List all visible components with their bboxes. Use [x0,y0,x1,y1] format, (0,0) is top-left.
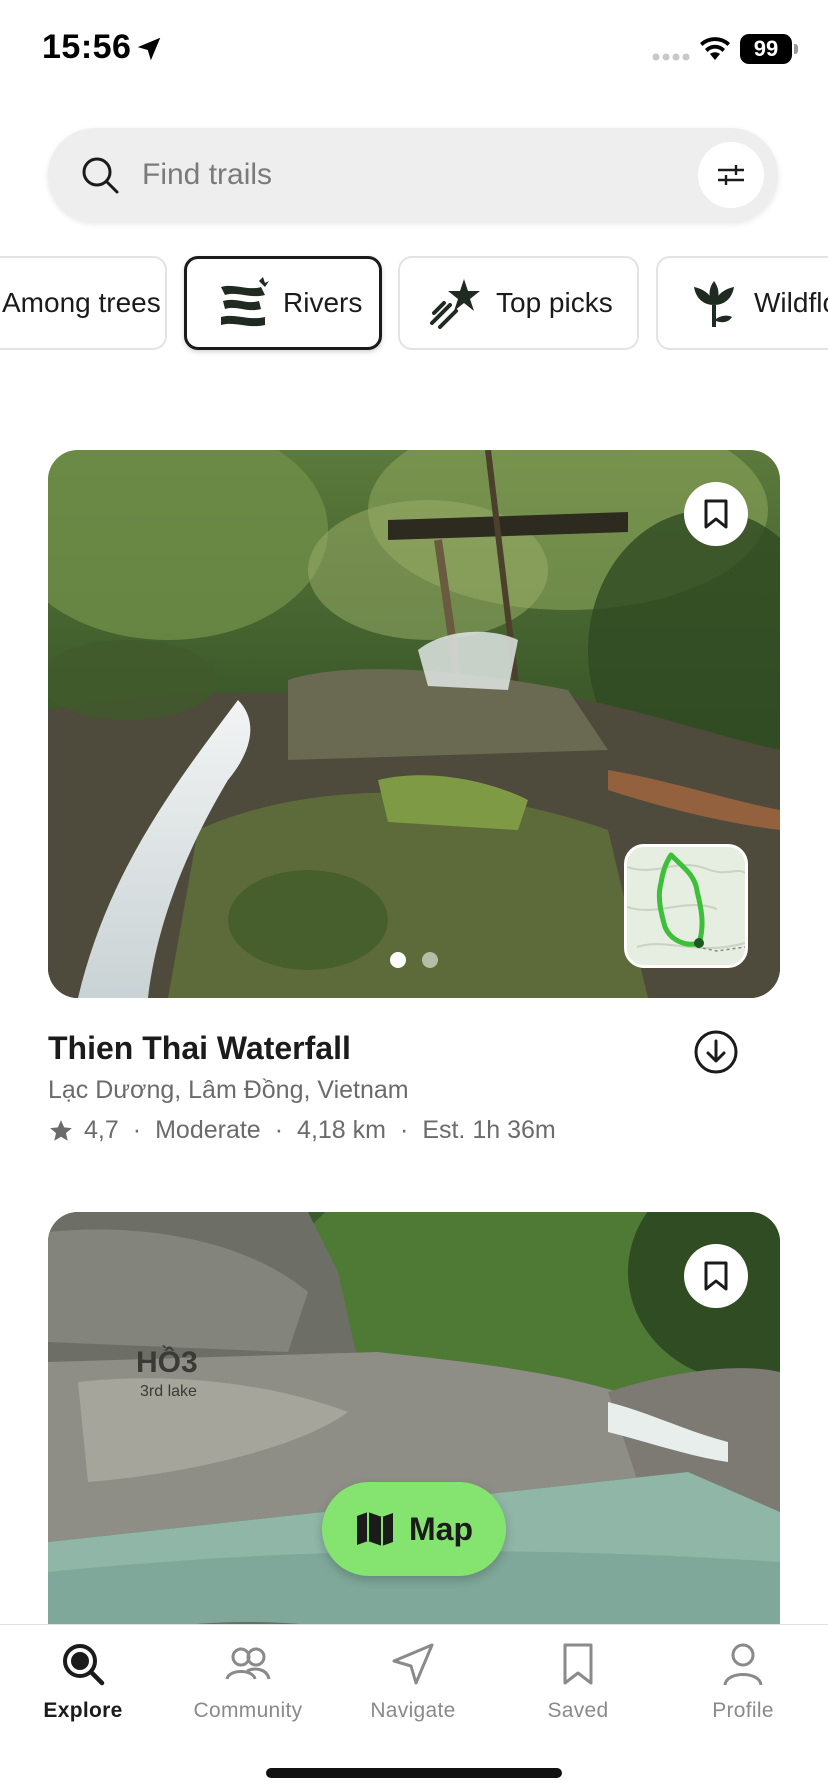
bookmark-button[interactable] [684,1244,748,1308]
search-bar[interactable] [48,128,778,222]
bookmark-icon [563,1643,593,1685]
river-icon [221,277,269,327]
flower-icon [694,281,734,327]
tab-profile[interactable]: Profile [668,1641,818,1741]
profile-icon [723,1643,763,1686]
trail-distance: 4,18 km [297,1116,386,1144]
trail-photo[interactable] [48,450,780,998]
filter-button[interactable] [698,142,764,208]
home-indicator[interactable] [266,1768,562,1778]
chip-top-picks[interactable]: Top picks [398,256,639,350]
battery-indicator: 99 [740,34,792,64]
map-icon [357,1512,393,1546]
trail-name[interactable]: Thien Thai Waterfall [48,1030,351,1067]
chip-label: Top picks [496,287,613,318]
tab-bar: Explore Community Navigate Saved Profile [0,1624,828,1792]
wifi-icon [700,37,730,60]
trail-location: Lạc Dương, Lâm Đồng, Vietnam [48,1076,409,1104]
photo-sign-subtext: 3rd lake [140,1383,197,1400]
route-map-thumbnail[interactable] [624,844,748,968]
trail-meta: 4,7 · Moderate · 4,18 km · Est. 1h 36m [48,1116,556,1145]
bookmark-button[interactable] [684,482,748,546]
trail-rating: 4,7 [84,1116,119,1144]
chip-label: Rivers [283,287,363,318]
map-button[interactable]: Map [322,1482,506,1576]
search-icon [82,157,119,194]
photo-sign-text: HỒ3 [136,1345,198,1379]
sliders-icon [718,165,744,185]
chip-label: Among trees [2,287,161,318]
route-map-graphic [627,847,745,965]
trail-duration: Est. 1h 36m [422,1116,556,1144]
cellular-signal-icon [652,53,690,61]
battery-tip [794,44,798,54]
chip-wildflowers[interactable]: Wildflowers [656,256,828,350]
chip-among-trees[interactable]: Among trees [0,256,167,350]
status-time: 15:56 [42,28,132,66]
navigate-icon [392,1643,434,1685]
bookmark-icon [704,499,728,529]
meta-separator: · [274,1116,284,1144]
tab-navigate[interactable]: Navigate [338,1641,488,1741]
tab-label: Profile [712,1699,774,1722]
app-screen: 15:56 99 Find trails Among trees Rivers … [0,0,828,1792]
photo-pagination-dots [48,952,780,968]
category-chips: Among trees Rivers Top picks Wildfl [0,256,828,352]
meta-separator: · [132,1116,142,1144]
pagination-dot[interactable] [422,952,438,968]
chip-rivers[interactable]: Rivers [184,256,382,350]
trail-difficulty: Moderate [155,1116,261,1144]
search-input[interactable] [142,128,642,222]
trail-photo[interactable]: HỒ3 3rd lake [48,1212,780,1652]
map-button-label: Map [409,1510,473,1547]
status-bar: 15:56 99 [0,0,828,100]
tab-label: Community [193,1699,303,1722]
tab-label: Explore [43,1699,123,1722]
community-icon [225,1647,271,1680]
meta-separator: · [399,1116,409,1144]
pagination-dot[interactable] [390,952,406,968]
bookmark-icon [704,1261,728,1291]
lake-photo: HỒ3 3rd lake [48,1212,780,1652]
tab-community[interactable]: Community [173,1641,323,1741]
download-icon[interactable] [692,1028,740,1076]
star-icon [50,1119,72,1141]
tab-label: Saved [547,1699,609,1722]
location-arrow-icon [137,37,161,61]
explore-icon [63,1644,105,1686]
tab-label: Navigate [370,1699,456,1722]
tab-explore[interactable]: Explore [8,1641,158,1741]
tab-saved[interactable]: Saved [503,1641,653,1741]
stars-icon [430,279,480,329]
chip-label: Wildflowers [754,287,828,318]
